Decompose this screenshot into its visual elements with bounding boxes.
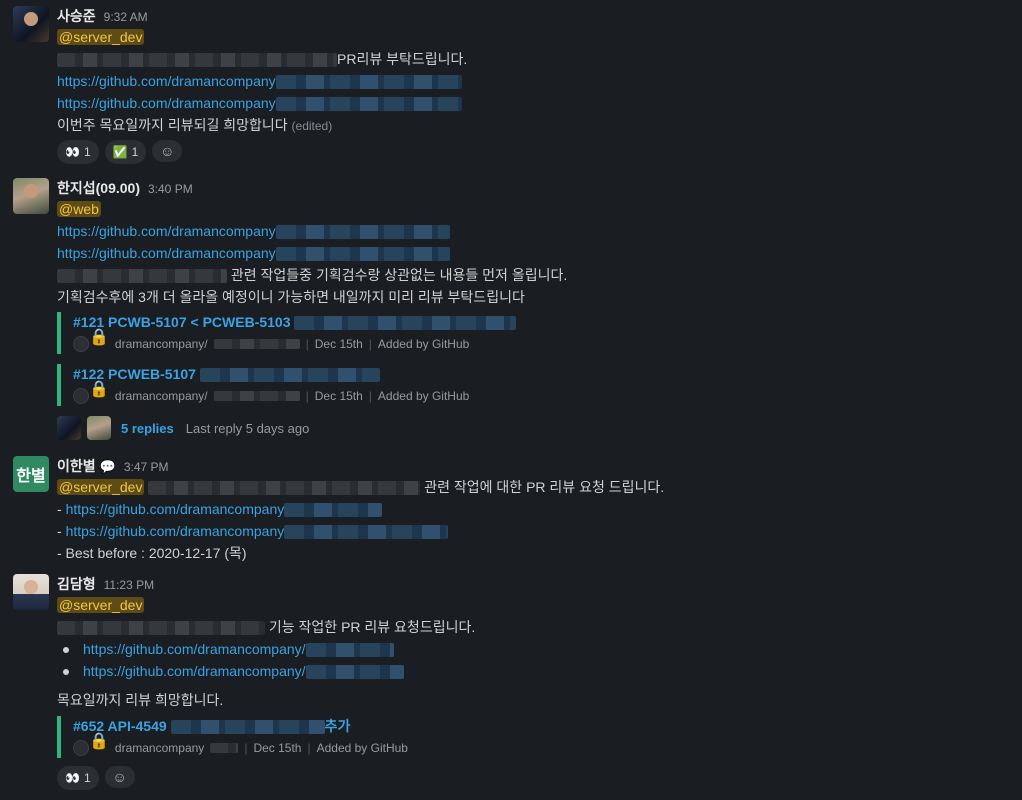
redacted-text	[170, 720, 325, 735]
github-attachment: #121 PCWB-5107 < PCWEB-5103 🔒 dramancomp…	[57, 312, 517, 354]
redacted-text	[57, 621, 265, 636]
github-link[interactable]: https://github.com/dramancompany	[57, 95, 276, 111]
attachment-date: Dec 15th	[253, 741, 302, 755]
repo-name: dramancompany	[114, 741, 205, 755]
redacted-text	[213, 339, 300, 349]
github-link[interactable]: https://github.com/dramancompany/	[83, 641, 306, 657]
repo-name: dramancompany/	[114, 389, 208, 403]
timestamp[interactable]: 3:47 PM	[124, 460, 169, 474]
reaction-eyes[interactable]: 👀 1	[57, 140, 99, 164]
redacted-text	[199, 368, 380, 383]
github-attachment: #652 API-4549 추가 🔒 dramancompany | Dec 15…	[57, 716, 408, 758]
message-text: 이번주 목요일까지 리뷰되길 희망합니다	[57, 117, 288, 133]
redacted-text	[210, 743, 239, 753]
redacted-text	[57, 269, 227, 284]
github-icon	[73, 336, 89, 352]
redacted-text	[275, 247, 450, 262]
edited-label: (edited)	[291, 119, 333, 133]
mention-tag[interactable]: @server_dev	[57, 479, 145, 495]
github-link[interactable]: https://github.com/dramancompany	[57, 245, 276, 261]
attachment-title-suffix[interactable]: 추가	[325, 718, 351, 734]
redacted-text	[284, 525, 449, 540]
avatar[interactable]	[13, 178, 49, 214]
reaction-count: 1	[131, 145, 139, 159]
last-reply-text: Last reply 5 days ago	[185, 420, 310, 436]
eyes-icon: 👀	[65, 145, 80, 159]
reaction-check[interactable]: ✅ 1	[104, 140, 147, 164]
replies-link[interactable]: 5 replies	[121, 421, 174, 436]
eyes-icon: 👀	[65, 771, 80, 785]
sender-name[interactable]: 이한별	[57, 456, 96, 476]
thread-summary[interactable]: 5 replies Last reply 5 days ago	[57, 416, 309, 440]
bullet-dot	[63, 669, 69, 676]
sender-name[interactable]: 김담형	[57, 574, 96, 594]
message-text: PR리뷰 부탁드립니다.	[337, 51, 468, 67]
thread-avatar	[57, 416, 81, 440]
add-reaction-icon[interactable]: ☺	[104, 766, 135, 788]
avatar[interactable]: 한별	[13, 456, 49, 492]
redacted-text	[294, 316, 517, 331]
github-link[interactable]: https://github.com/dramancompany	[66, 523, 285, 539]
best-before-text: - Best before : 2020-12-17 (목)	[57, 545, 247, 561]
redacted-text	[148, 481, 421, 496]
attachment-date: Dec 15th	[314, 389, 363, 403]
redacted-text	[213, 391, 300, 401]
bullet-dot	[63, 647, 69, 654]
check-mark-icon: ✅	[112, 145, 128, 159]
sender-name[interactable]: 한지섭(09.00)	[57, 178, 140, 198]
sender-name[interactable]: 사승준	[57, 6, 96, 26]
timestamp[interactable]: 9:32 AM	[104, 10, 148, 24]
message-text: 관련 작업에 대한 PR 리뷰 요청 드립니다.	[424, 479, 665, 495]
redacted-text	[275, 97, 462, 112]
attachment-source: Added by GitHub	[377, 337, 470, 351]
lock-icon: 🔒	[89, 381, 109, 398]
add-reaction-icon[interactable]: ☺	[152, 140, 183, 162]
github-icon	[73, 740, 89, 756]
github-link[interactable]: https://github.com/dramancompany	[57, 73, 276, 89]
avatar[interactable]	[13, 6, 49, 42]
redacted-text	[284, 503, 383, 518]
attachment-title[interactable]: #652 API-4549	[73, 718, 167, 734]
attachment-source: Added by GitHub	[316, 741, 408, 755]
attachment-source: Added by GitHub	[377, 389, 470, 403]
thread-avatar	[87, 416, 111, 440]
mention-tag[interactable]: @web	[57, 201, 101, 217]
lock-icon: 🔒	[89, 733, 109, 750]
avatar[interactable]	[13, 574, 49, 610]
redacted-text	[275, 75, 462, 90]
timestamp[interactable]: 3:40 PM	[148, 182, 193, 196]
mention-tag[interactable]: @server_dev	[57, 597, 145, 613]
redacted-text	[305, 665, 404, 680]
reaction-count: 1	[83, 145, 91, 159]
lock-icon: 🔒	[89, 329, 109, 346]
github-link[interactable]: https://github.com/dramancompany/	[83, 663, 306, 679]
github-icon	[73, 388, 89, 404]
timestamp[interactable]: 11:23 PM	[104, 578, 154, 592]
reaction-eyes[interactable]: 👀 1	[57, 766, 99, 790]
message-text: 기능 작업한 PR 리뷰 요청드립니다.	[268, 619, 476, 635]
attachment-date: Dec 15th	[314, 337, 363, 351]
reaction-count: 1	[83, 771, 91, 785]
repo-name: dramancompany/	[114, 337, 208, 351]
github-link[interactable]: https://github.com/dramancompany	[66, 501, 285, 517]
redacted-text	[57, 53, 337, 68]
redacted-text	[305, 643, 394, 658]
github-link[interactable]: https://github.com/dramancompany	[57, 223, 276, 239]
speech-bubble-icon: 💬	[99, 459, 116, 474]
message-text: 목요일까지 리뷰 희망합니다.	[57, 692, 224, 708]
mention-tag[interactable]: @server_dev	[57, 29, 145, 45]
redacted-text	[275, 225, 450, 240]
message-text: 기획검수후에 3개 더 올라올 예정이니 가능하면 내일까지 미리 리뷰 부탁드…	[57, 289, 525, 305]
message-text: 관련 작업들중 기획검수랑 상관없는 내용들 먼저 올립니다.	[230, 267, 568, 283]
github-attachment: #122 PCWEB-5107 🔒 dramancompany/ | Dec 15…	[57, 364, 469, 406]
